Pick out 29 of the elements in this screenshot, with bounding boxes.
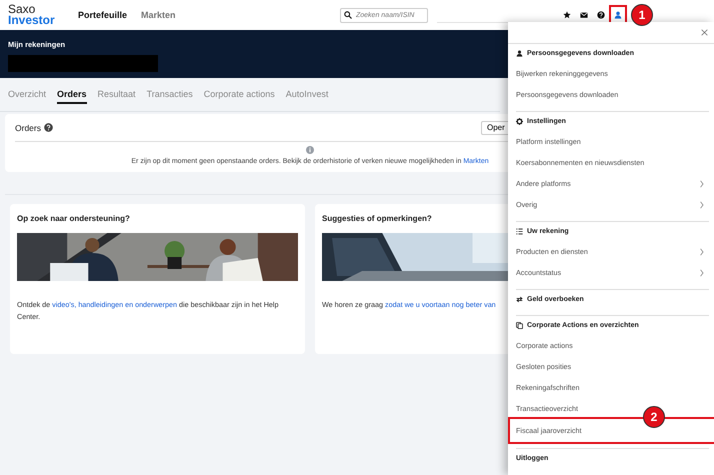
person-icon [516,50,523,57]
card-title: Op zoek naar ondersteuning? [17,214,131,223]
transfer-arrows-icon [516,296,523,303]
card-title: Orders [15,122,41,132]
search-icon [344,11,352,19]
step-badge: 1 [631,4,653,26]
chevron-icon [699,200,705,208]
list-icon [516,228,523,235]
settings-icon [516,118,523,125]
help-icon [597,11,605,19]
logo-text: Investor [8,15,56,26]
chevron-icon [699,268,705,276]
tab[interactable]: Orders [57,85,87,104]
help-icon[interactable] [44,123,53,132]
chevron-icon [699,180,705,188]
info-icon [306,146,314,154]
logo-text: Saxo [8,4,36,15]
mail-icon [580,11,588,19]
user-button[interactable] [611,7,625,23]
step-badge: 2 [643,406,665,428]
nav-link[interactable]: Portefeuille [78,10,128,20]
nav-link[interactable]: Markten [141,10,176,20]
close-button[interactable] [700,28,709,37]
documents-icon [516,322,523,329]
chevron-icon [699,248,705,256]
user-icon [614,11,622,19]
star-icon [563,11,571,19]
card-title: Suggesties of opmerkingen? [322,214,433,223]
close-icon [701,29,708,36]
